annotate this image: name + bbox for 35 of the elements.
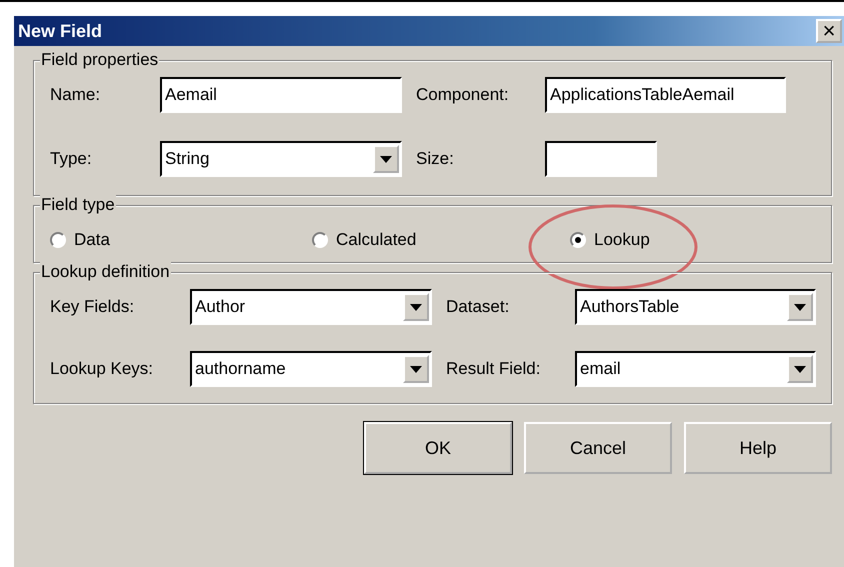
field-label: Dataset:	[446, 297, 510, 317]
radio-button[interactable]	[50, 232, 66, 248]
dropdown-arrow-icon	[794, 366, 806, 372]
dropdown[interactable]: email	[575, 351, 816, 387]
dropdown-arrow-icon	[410, 366, 422, 372]
field-label: Size:	[416, 149, 455, 169]
radio-label[interactable]: Calculated	[336, 230, 416, 250]
group-title: Field properties	[40, 50, 160, 70]
dropdown-arrow-icon	[794, 304, 806, 310]
input-field[interactable]: ApplicationsTableAemail	[545, 77, 786, 113]
dropdown[interactable]: String	[160, 141, 402, 177]
field-label: Type:	[50, 149, 93, 169]
dropdown[interactable]: AuthorsTable	[575, 289, 816, 325]
dropdown[interactable]: Author	[190, 289, 432, 325]
field-label: Name:	[50, 85, 102, 105]
radio-label[interactable]: Data	[74, 230, 110, 250]
group-title: Lookup definition	[40, 262, 171, 282]
input-field[interactable]	[545, 141, 657, 177]
field-label: Key Fields:	[50, 297, 136, 317]
group-title: Field type	[40, 195, 116, 215]
radio-label[interactable]: Lookup	[594, 230, 650, 250]
dropdown-arrow-icon	[380, 156, 392, 162]
close-button[interactable]: ×	[816, 19, 842, 43]
radio-button[interactable]	[312, 232, 328, 248]
input-field[interactable]: Aemail	[160, 77, 402, 113]
window-title: New Field	[18, 20, 102, 42]
field-label: Result Field:	[446, 359, 542, 379]
field-label: Component:	[416, 85, 510, 105]
dropdown[interactable]: authorname	[190, 351, 432, 387]
dialog-button[interactable]: Cancel	[524, 422, 672, 474]
radio-button[interactable]	[570, 232, 586, 248]
field-label: Lookup Keys:	[50, 359, 154, 379]
dropdown-arrow-icon	[410, 304, 422, 310]
dialog-button[interactable]: OK	[364, 422, 512, 474]
dialog-button[interactable]: Help	[684, 422, 832, 474]
